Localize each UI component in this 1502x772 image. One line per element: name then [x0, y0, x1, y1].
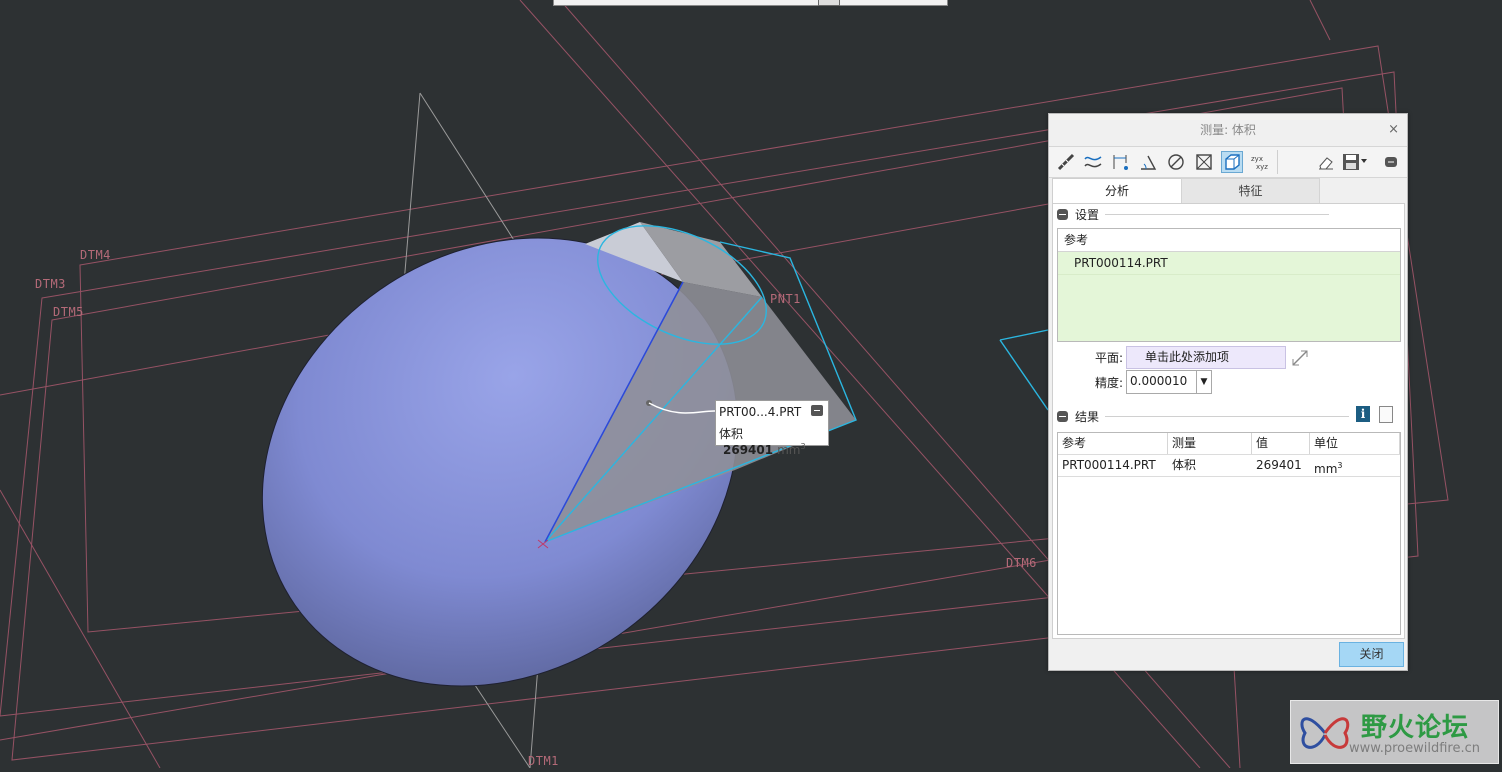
precision-select[interactable]: 0.000010 ▼ — [1126, 370, 1212, 394]
swap-direction-icon[interactable] — [1291, 349, 1309, 370]
callout-unit: mm3 — [777, 442, 806, 457]
results-table: 参考 测量 值 单位 PRT000114.PRT 体积 269401 mm3 — [1057, 432, 1401, 635]
dialog-close-icon[interactable]: × — [1388, 114, 1399, 146]
angle-icon[interactable] — [1137, 151, 1159, 173]
svg-text:xyz: xyz — [1256, 163, 1268, 171]
collapse-icon[interactable] — [811, 405, 823, 416]
butterfly-logo-icon — [1300, 717, 1350, 749]
eraser-icon[interactable] — [1315, 151, 1337, 173]
top-scroll-bar[interactable] — [553, 0, 948, 6]
datum-label-dtm3: DTM3 — [35, 277, 66, 291]
watermark-url: www.proewildfire.cn — [1349, 741, 1480, 756]
scroll-knob[interactable] — [818, 0, 840, 6]
precision-value: 0.000010 — [1130, 374, 1188, 388]
close-button[interactable]: 关闭 — [1339, 642, 1404, 667]
tab-analysis[interactable]: 分析 — [1052, 178, 1182, 204]
results-title: 结果 — [1075, 409, 1100, 424]
save-dropdown-icon[interactable] — [1342, 151, 1368, 173]
volume-icon[interactable] — [1221, 151, 1243, 173]
forum-watermark: 野火论坛 www.proewildfire.cn — [1290, 700, 1499, 764]
collapse-toolbar-icon[interactable] — [1380, 151, 1402, 173]
collapse-results-icon[interactable] — [1057, 410, 1068, 422]
report-icon[interactable] — [1379, 406, 1393, 423]
info-icon[interactable]: i — [1356, 406, 1370, 422]
callout-value: 269401 — [723, 443, 774, 457]
svg-text:zyx: zyx — [1251, 155, 1263, 163]
datum-label-dtm1: DTM1 — [528, 754, 559, 768]
setup-title: 设置 — [1075, 207, 1100, 222]
measure-dialog: 测量: 体积 × zyx xyz 分析 特征 设置 参考 PRT000114.PR… — [1048, 113, 1408, 671]
plane-label: 平面: — [1095, 351, 1124, 365]
callout-quantity: 体积 — [719, 427, 744, 441]
table-row[interactable]: PRT000114.PRT 体积 269401 mm3 — [1058, 455, 1400, 477]
datum-label-dtm4: DTM4 — [80, 248, 111, 262]
setup-divider — [1105, 214, 1329, 215]
curve-length-icon[interactable] — [1082, 151, 1104, 173]
diameter-icon[interactable] — [1165, 151, 1187, 173]
watermark-title: 野火论坛 — [1361, 713, 1470, 743]
toolbar-separator — [1277, 150, 1278, 174]
row-reference: PRT000114.PRT — [1062, 458, 1156, 472]
row-value: 269401 — [1256, 458, 1302, 472]
precision-label: 精度: — [1095, 376, 1124, 390]
datum-label-dtm5: DTM5 — [53, 305, 84, 319]
setup-section-header[interactable]: 设置 — [1057, 205, 1099, 223]
chevron-down-icon[interactable]: ▼ — [1196, 371, 1211, 393]
results-divider — [1105, 416, 1349, 417]
row-measure: 体积 — [1172, 458, 1197, 472]
plane-collector[interactable]: 单击此处添加项 — [1126, 346, 1286, 369]
distance-icon[interactable] — [1109, 151, 1131, 173]
transform-icon[interactable]: zyx xyz — [1249, 151, 1271, 173]
point-label-pnt1: PNT1 — [770, 292, 801, 306]
reference-header: 参考 — [1058, 229, 1400, 252]
tab-feature[interactable]: 特征 — [1181, 178, 1320, 205]
measure-toolbar: zyx xyz — [1049, 146, 1407, 178]
length-icon[interactable] — [1055, 151, 1077, 173]
callout-result: 体积 269401 mm3 — [719, 425, 828, 457]
datum-label-dtm6: DTM6 — [1006, 556, 1037, 570]
area-icon[interactable] — [1193, 151, 1215, 173]
analysis-panel: 设置 参考 PRT000114.PRT 平面: 单击此处添加项 精度: 0.00… — [1052, 203, 1405, 639]
dialog-title-bar[interactable]: 测量: 体积 × — [1049, 114, 1407, 146]
results-table-header: 参考 测量 值 单位 — [1058, 433, 1400, 455]
row-unit: mm3 — [1314, 461, 1343, 476]
collapse-setup-icon[interactable] — [1057, 208, 1068, 220]
reference-item[interactable]: PRT000114.PRT — [1058, 252, 1400, 275]
col-value[interactable]: 值 — [1252, 433, 1310, 454]
measure-callout[interactable]: PRT00...4.PRT 体积 269401 mm3 — [715, 400, 829, 457]
col-reference[interactable]: 参考 — [1058, 433, 1168, 454]
results-section-header[interactable]: 结果 — [1057, 407, 1099, 425]
reference-collector[interactable]: 参考 PRT000114.PRT — [1057, 228, 1401, 342]
callout-part-name: PRT00...4.PRT — [719, 405, 802, 419]
dialog-tabs: 分析 特征 — [1052, 178, 1400, 205]
col-measure[interactable]: 测量 — [1168, 433, 1252, 454]
dialog-title: 测量: 体积 — [1200, 123, 1256, 137]
col-unit[interactable]: 单位 — [1310, 433, 1400, 454]
